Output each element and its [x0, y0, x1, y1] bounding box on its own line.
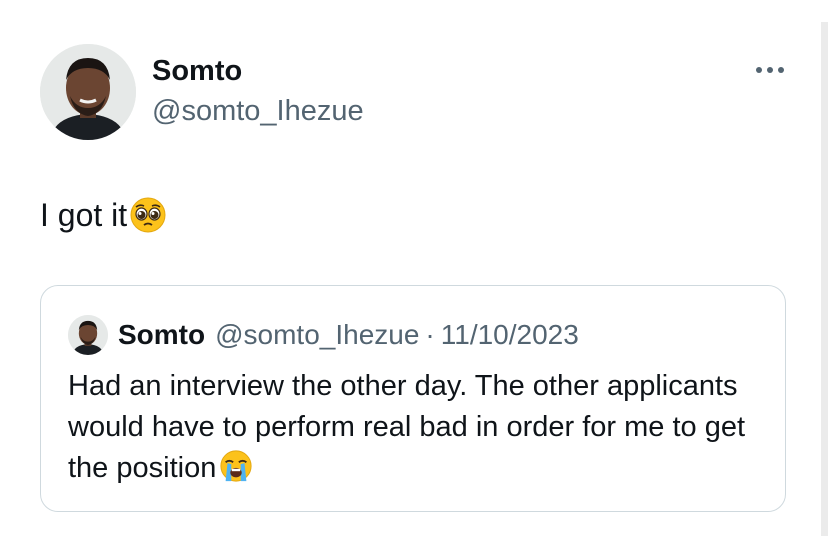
author-handle[interactable]: @somto_Ihezue	[152, 94, 364, 128]
quoted-author-avatar	[68, 315, 108, 355]
quoted-tweet-date: 11/10/2023	[440, 319, 579, 350]
avatar-photo	[68, 315, 108, 355]
quoted-tweet-text: Had an interview the other day. The othe…	[68, 366, 758, 489]
tweet-text: I got it	[40, 195, 167, 235]
scrollbar[interactable]	[821, 22, 828, 536]
quoted-author-name: Somto	[118, 319, 206, 350]
more-options-button[interactable]	[752, 60, 788, 80]
loudly-crying-face-emoji-icon	[220, 450, 252, 482]
quoted-author-handle: @somto_Ihezue	[215, 319, 420, 350]
quoted-tweet-text-content: Had an interview the other day. The othe…	[68, 370, 746, 484]
quoted-tweet-card[interactable]: Somto @somto_Ihezue · 11/10/2023 Had an …	[40, 285, 786, 512]
separator-dot: ·	[425, 319, 435, 350]
quoted-tweet-header: Somto @somto_Ihezue · 11/10/2023	[68, 315, 579, 355]
pleading-face-emoji-icon	[130, 197, 166, 233]
tweet-text-content: I got it	[40, 197, 128, 233]
more-horizontal-icon	[756, 67, 784, 73]
author-avatar[interactable]	[40, 44, 136, 140]
author-name[interactable]: Somto	[152, 54, 242, 88]
avatar-photo	[40, 44, 136, 140]
